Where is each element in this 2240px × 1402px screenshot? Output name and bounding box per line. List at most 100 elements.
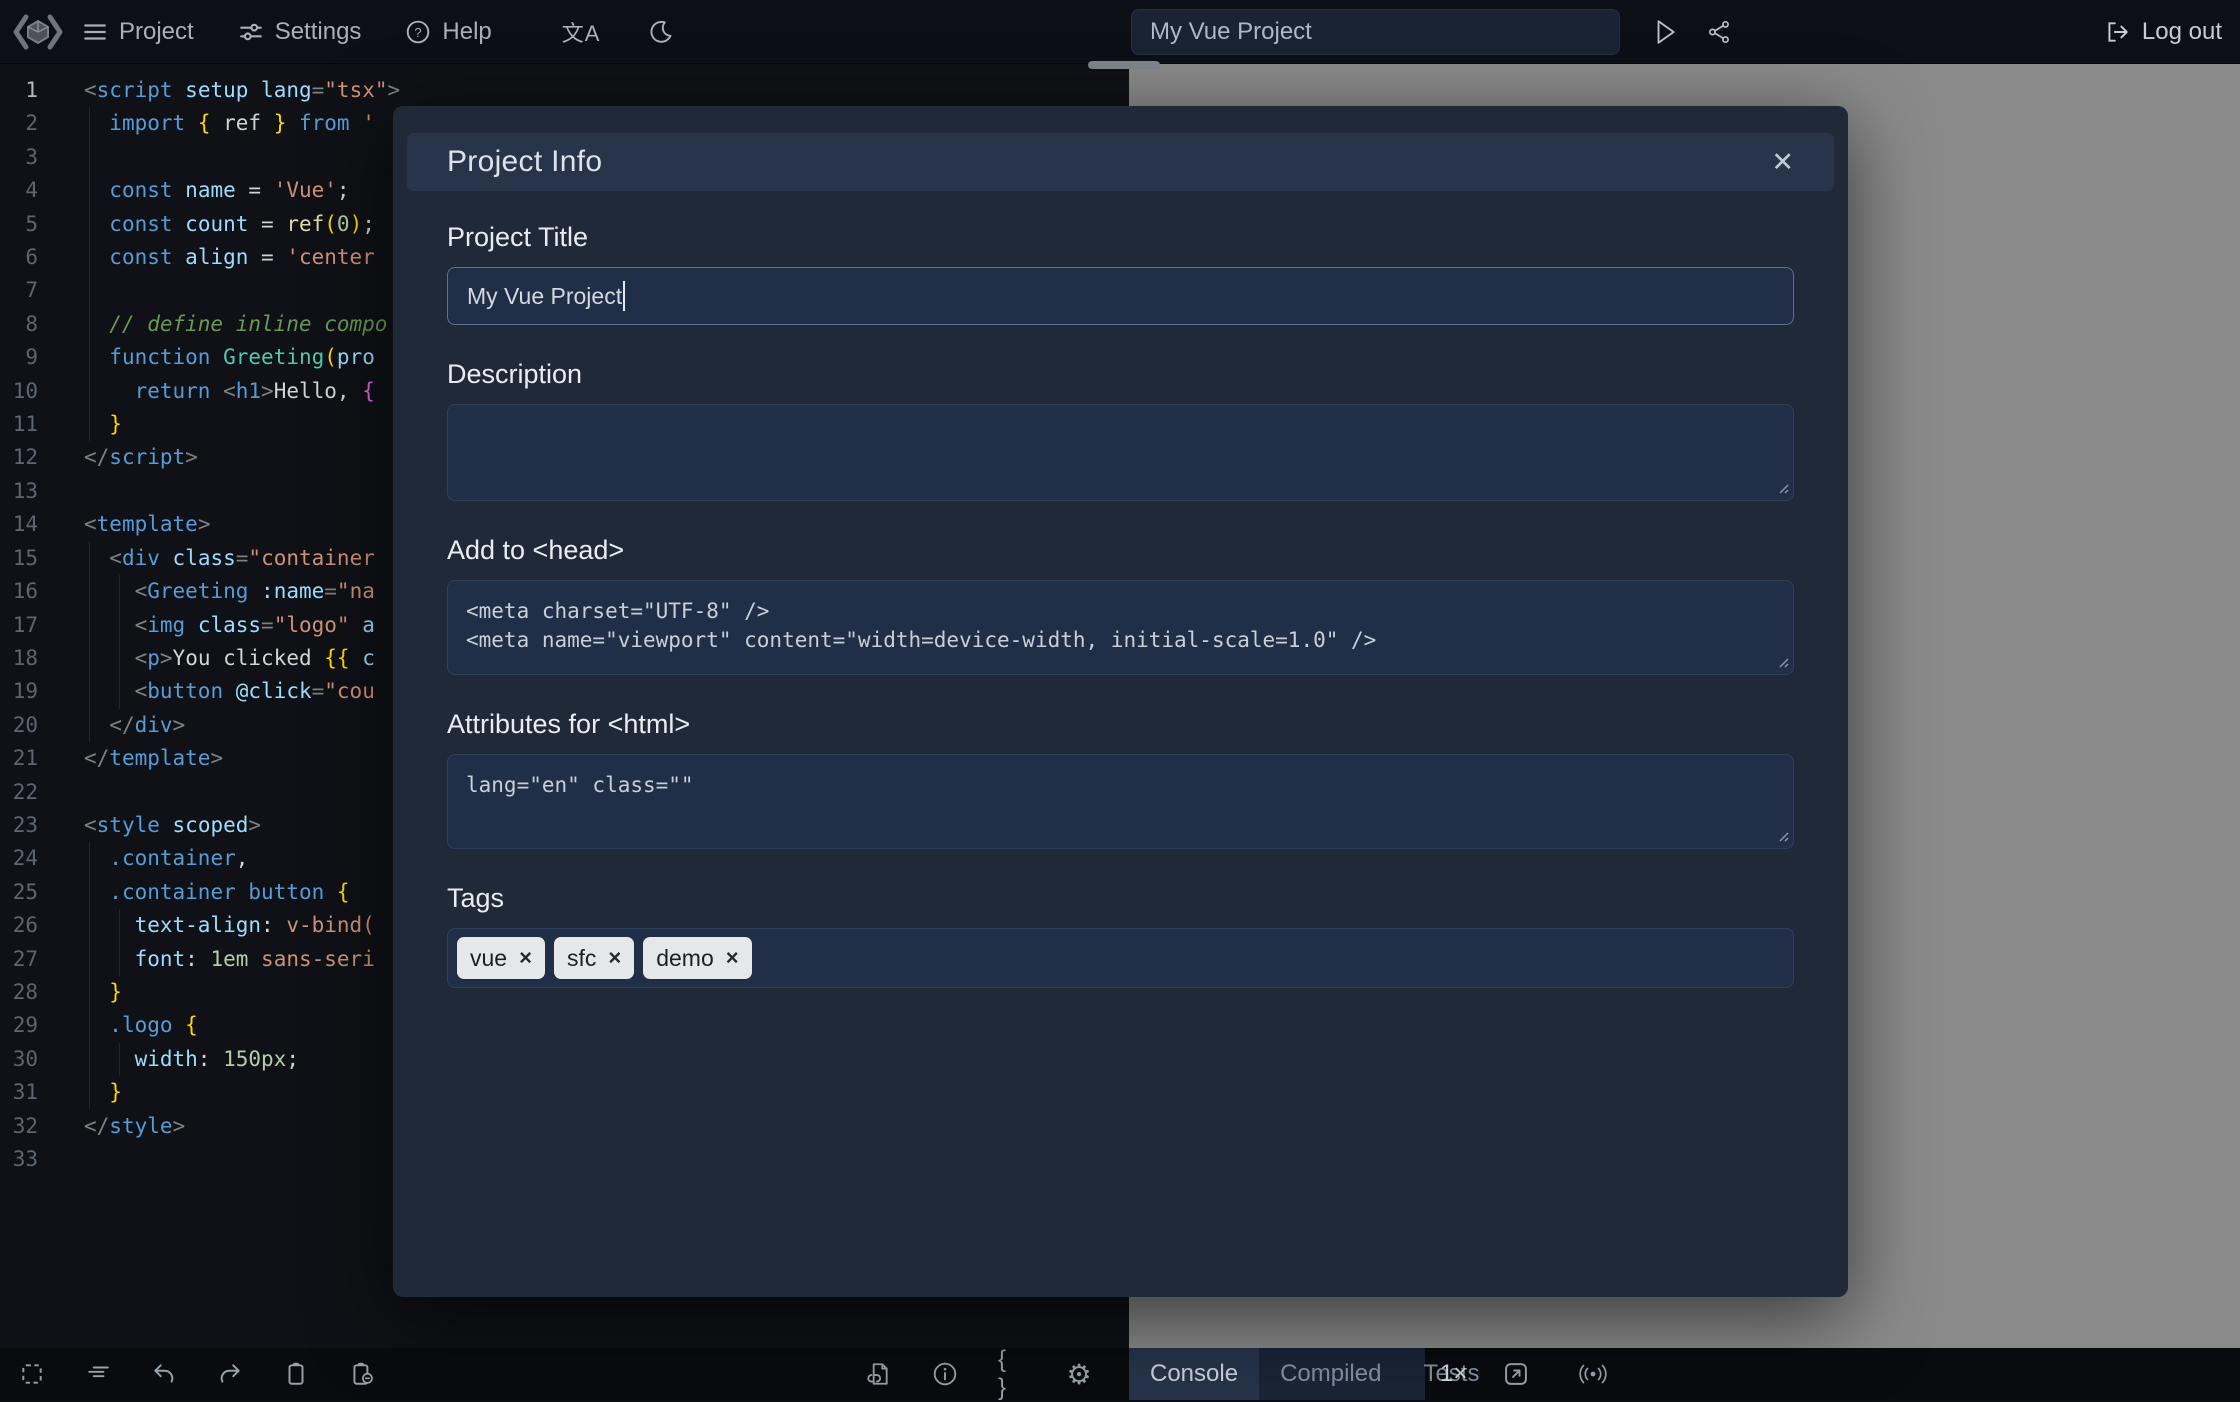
- tag-chip[interactable]: vue ×: [457, 937, 545, 979]
- description-textarea[interactable]: [447, 404, 1794, 501]
- code-text: const name = 'Vue';: [109, 178, 350, 203]
- line-number: 13: [12, 478, 38, 503]
- line-number: 11: [12, 412, 38, 437]
- clipboard-icon: [288, 1362, 304, 1385]
- code-text: font: 1em sans-seri: [134, 946, 375, 971]
- code-text: const align = 'center: [109, 245, 375, 270]
- code-text: .container button {: [109, 879, 350, 904]
- line-number: 33: [12, 1147, 38, 1171]
- live-reload-button[interactable]: [1576, 1348, 1610, 1400]
- line-number: 12: [12, 445, 38, 470]
- line-number: 9: [25, 345, 38, 370]
- open-external-button[interactable]: [1502, 1348, 1530, 1400]
- menu-settings-label: Settings: [274, 17, 362, 45]
- project-title-input[interactable]: My Vue Project: [447, 267, 1794, 325]
- paste-button[interactable]: [348, 1361, 376, 1387]
- pane-resize-handle[interactable]: [1088, 61, 1160, 69]
- line-number: 26: [12, 913, 38, 938]
- project-info-dialog: Project Info ✕ Project Title My Vue Proj…: [393, 106, 1848, 1297]
- line-number: 28: [12, 979, 38, 1004]
- head-textarea[interactable]: <meta charset="UTF-8" /> <meta name="vie…: [447, 580, 1794, 675]
- tag-chip-label: sfc: [566, 944, 597, 971]
- code-text: <template>: [84, 512, 211, 537]
- code-line[interactable]: 1 <script setup lang="tsx">: [0, 74, 1129, 107]
- redo-icon: [220, 1364, 240, 1383]
- redo-button[interactable]: [216, 1361, 244, 1387]
- close-button[interactable]: ✕: [1771, 146, 1794, 177]
- app-logo: [12, 13, 64, 51]
- play-icon: [1657, 20, 1675, 44]
- line-number: 24: [12, 846, 38, 871]
- tags-input[interactable]: vue × sfc × demo ×: [447, 928, 1794, 988]
- theme-toggle-button[interactable]: [648, 19, 674, 45]
- code-text: <div class="container: [109, 545, 375, 570]
- braces-button[interactable]: { }: [998, 1346, 1026, 1402]
- project-name-input[interactable]: [1131, 9, 1620, 55]
- broadcast-icon: [1579, 1364, 1607, 1384]
- tab-console-label: Console: [1150, 1360, 1239, 1387]
- code-text: .logo {: [109, 1013, 198, 1038]
- code-text: .container,: [109, 846, 249, 871]
- menu-project[interactable]: Project: [82, 18, 194, 46]
- line-number: 16: [12, 579, 38, 604]
- indent-guide: [119, 575, 120, 709]
- tag-chip[interactable]: demo ×: [643, 937, 752, 979]
- line-number: 8: [25, 311, 38, 336]
- resize-grip-icon[interactable]: [1776, 655, 1789, 668]
- remove-tag-button[interactable]: ×: [726, 947, 739, 969]
- resize-grip-icon[interactable]: [1776, 829, 1789, 842]
- tab-compiled[interactable]: Compiled: [1259, 1348, 1402, 1400]
- indent-guide: [119, 1043, 120, 1076]
- indent-guide: [89, 107, 90, 441]
- code-text: const count = ref(0);: [109, 211, 375, 236]
- align-left-icon: [88, 1366, 109, 1378]
- file-link-button[interactable]: [864, 1361, 892, 1387]
- undo-button[interactable]: [150, 1361, 178, 1387]
- bottom-bar: { } ⚙ Console Compiled Tests 1×: [0, 1346, 2240, 1402]
- project-title-value: My Vue Project: [467, 282, 623, 309]
- html-attrs-textarea[interactable]: lang="en" class="": [447, 754, 1794, 849]
- line-number: 20: [12, 712, 38, 737]
- menu-help[interactable]: ? Help: [405, 18, 492, 46]
- resize-grip-icon[interactable]: [1776, 481, 1789, 494]
- indent-guide: [89, 542, 90, 742]
- tag-chip-label: demo: [656, 944, 714, 971]
- code-text: // define inline compo: [84, 311, 388, 336]
- close-icon: ✕: [1771, 146, 1794, 177]
- tab-console[interactable]: Console: [1129, 1348, 1260, 1400]
- run-button[interactable]: [1652, 0, 1678, 64]
- settings-button[interactable]: ⚙: [1065, 1358, 1093, 1391]
- info-button[interactable]: [931, 1361, 959, 1387]
- hamburger-icon: [84, 23, 106, 40]
- line-number: 21: [12, 746, 38, 771]
- code-text: </script>: [84, 445, 198, 470]
- tag-chip[interactable]: sfc ×: [553, 937, 635, 979]
- format-code-button[interactable]: [84, 1361, 112, 1387]
- code-text: <script setup lang="tsx">: [84, 78, 401, 102]
- translate-button[interactable]: 文A: [562, 16, 601, 48]
- line-number: 25: [12, 879, 38, 904]
- zoom-level[interactable]: 1×: [1440, 1348, 1467, 1400]
- code-cube-logo-icon: [13, 14, 63, 49]
- description-label: Description: [447, 359, 583, 389]
- code-text: return <h1>Hello, {: [134, 378, 375, 403]
- copy-button[interactable]: [282, 1361, 310, 1387]
- html-attrs-label: Attributes for <html>: [447, 709, 691, 739]
- line-number: 4: [25, 178, 38, 203]
- logout-button[interactable]: Log out: [2104, 0, 2222, 64]
- remove-tag-button[interactable]: ×: [608, 947, 621, 969]
- code-text: <style scoped>: [84, 812, 262, 837]
- external-link-icon: [1505, 1363, 1527, 1385]
- indent-guide: [89, 842, 90, 1109]
- line-number: 31: [12, 1080, 38, 1105]
- menu-settings[interactable]: Settings: [238, 17, 362, 46]
- select-all-button[interactable]: [18, 1361, 46, 1387]
- moon-icon: [650, 20, 672, 43]
- remove-tag-button[interactable]: ×: [519, 947, 532, 969]
- top-bar: Project Settings ? Help 文A: [0, 0, 2240, 64]
- share-button[interactable]: [1706, 0, 1732, 64]
- undo-icon: [154, 1364, 174, 1383]
- line-number: 7: [25, 278, 38, 303]
- line-number: 32: [12, 1113, 38, 1138]
- dialog-title: Project Info: [447, 145, 603, 178]
